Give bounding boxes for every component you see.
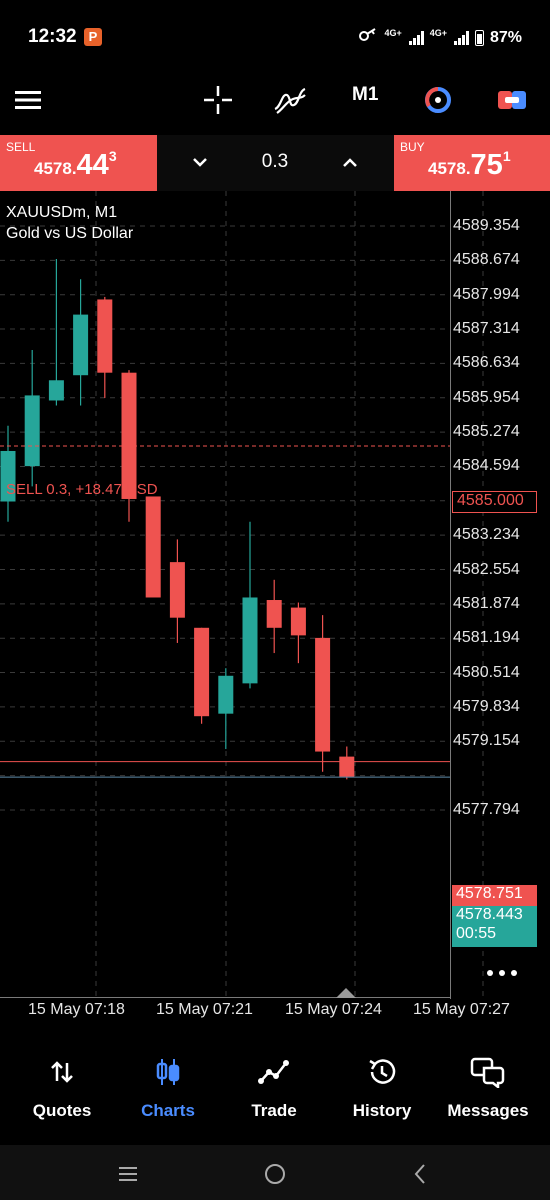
crosshair-icon[interactable] <box>196 80 240 120</box>
history-icon <box>327 1052 437 1092</box>
battery-icon <box>474 29 484 46</box>
sell-price-pips: 44 <box>76 149 109 181</box>
back-icon[interactable] <box>405 1159 435 1189</box>
x-axis-label: 15 May 07:27 <box>413 1001 510 1018</box>
x-axis-label: 15 May 07:18 <box>28 1001 125 1018</box>
y-axis-label: 4579.834 <box>453 697 520 715</box>
y-axis-line <box>450 191 451 999</box>
buy-label: BUY <box>400 140 425 154</box>
lot-increase-icon[interactable] <box>336 149 364 177</box>
buy-button[interactable]: BUY 4578.751 <box>394 135 550 191</box>
candle-body <box>24 395 40 467</box>
candle-body <box>339 756 355 777</box>
y-axis-label: 4581.874 <box>453 594 520 612</box>
candle-body <box>145 496 161 598</box>
sell-label: SELL <box>6 140 36 154</box>
bottom-navigation: Quotes Charts Trade History Messages <box>0 1040 550 1145</box>
timeframe-button[interactable]: M1 <box>352 84 378 106</box>
more-options-icon[interactable] <box>486 965 520 981</box>
y-axis-label: 4582.554 <box>453 560 520 578</box>
nav-quotes-label: Quotes <box>32 1101 92 1120</box>
nav-charts[interactable]: Charts <box>113 1040 223 1145</box>
chart-grid <box>0 191 484 997</box>
chart-toolbar <box>0 70 550 130</box>
y-axis-label: 4587.994 <box>453 285 520 303</box>
nav-trade[interactable]: Trade <box>219 1040 329 1145</box>
nav-history-label: History <box>352 1101 412 1120</box>
y-axis-label: 4586.634 <box>453 354 520 372</box>
x-axis-label: 15 May 07:24 <box>285 1001 382 1018</box>
candle-body <box>315 637 331 752</box>
lot-size-input[interactable]: 0.3 <box>240 151 310 173</box>
candle-body <box>266 600 282 628</box>
candles <box>0 259 355 780</box>
nav-messages-label: Messages <box>447 1101 529 1120</box>
network-type-2: 4G+ <box>429 27 447 38</box>
y-axis-label: 4584.594 <box>453 457 520 475</box>
candle-body <box>97 299 113 373</box>
app-notification-icon: P <box>84 28 102 46</box>
chart-shift-icon[interactable] <box>336 988 356 998</box>
nav-quotes[interactable]: Quotes <box>7 1040 117 1145</box>
y-axis-label: 4581.194 <box>453 629 520 647</box>
candle-body <box>242 597 258 684</box>
status-bar: 12:32 P 4G+ 4G+ 87% <box>0 0 550 70</box>
buy-price-main: 4578. <box>428 159 471 178</box>
quotes-icon <box>7 1052 117 1092</box>
y-axis-label: 4585.274 <box>453 423 520 441</box>
buy-price: 4578.751 <box>428 148 511 182</box>
charts-icon <box>113 1052 223 1092</box>
candle-body <box>290 607 306 636</box>
sell-price: 4578.443 <box>34 148 117 182</box>
y-axis-label: 4588.674 <box>453 251 520 269</box>
buy-price-point: 1 <box>502 148 511 164</box>
status-indicators: 4G+ 4G+ 87% <box>358 27 522 48</box>
network-type-1: 4G+ <box>384 27 402 38</box>
nav-history[interactable]: History <box>327 1040 437 1145</box>
trade-icon <box>219 1052 329 1092</box>
nav-charts-label: Charts <box>141 1101 195 1120</box>
nav-trade-label: Trade <box>251 1101 297 1120</box>
y-axis-label: 4589.354 <box>453 217 520 234</box>
ask-price-tag: 4578.751 <box>452 885 537 907</box>
one-click-trading-icon[interactable] <box>490 80 534 120</box>
x-axis-line <box>0 997 451 998</box>
signal-icon-2 <box>453 30 469 45</box>
nav-messages[interactable]: Messages <box>433 1040 543 1145</box>
candle-body <box>169 562 185 618</box>
candle-body <box>73 314 89 376</box>
lot-decrease-icon[interactable] <box>186 149 214 177</box>
y-axis-label: 4580.514 <box>453 663 520 681</box>
menu-icon[interactable] <box>6 80 50 120</box>
buy-price-pips: 75 <box>470 149 503 181</box>
home-icon[interactable] <box>260 1159 290 1189</box>
indicators-icon[interactable] <box>268 80 312 120</box>
y-axis-label: 4585.954 <box>453 388 520 406</box>
signal-icon <box>408 30 424 45</box>
order-price-tag: 4585.000 <box>452 491 537 513</box>
candle-body <box>48 380 64 401</box>
position-label: SELL 0.3, +18.47 USD <box>6 481 158 498</box>
candle-body <box>194 627 210 717</box>
y-axis-label: 4579.154 <box>453 732 520 750</box>
sell-price-main: 4578. <box>34 159 77 178</box>
key-icon <box>358 27 378 48</box>
system-navigation-bar <box>0 1145 550 1200</box>
status-time: 12:32 <box>28 26 77 47</box>
x-axis-label: 15 May 07:21 <box>156 1001 253 1018</box>
trade-signals-icon[interactable] <box>416 80 460 120</box>
sell-price-point: 3 <box>108 148 117 164</box>
recent-apps-icon[interactable] <box>113 1159 143 1189</box>
y-axis-label: 4577.794 <box>453 800 520 818</box>
sell-button[interactable]: SELL 4578.443 <box>0 135 157 191</box>
bar-countdown: 00:55 <box>452 925 537 947</box>
chart-symbol: XAUUSDm, M1 <box>6 204 118 221</box>
chart-description: Gold vs US Dollar <box>6 225 134 242</box>
candle-body <box>218 675 234 714</box>
position-label-text: SELL 0.3, +18.47 USD <box>6 481 158 498</box>
battery-percent: 87% <box>489 28 522 46</box>
y-axis-label: 4583.234 <box>453 526 520 544</box>
y-axis-label: 4587.314 <box>453 320 520 338</box>
messages-icon <box>433 1052 543 1092</box>
